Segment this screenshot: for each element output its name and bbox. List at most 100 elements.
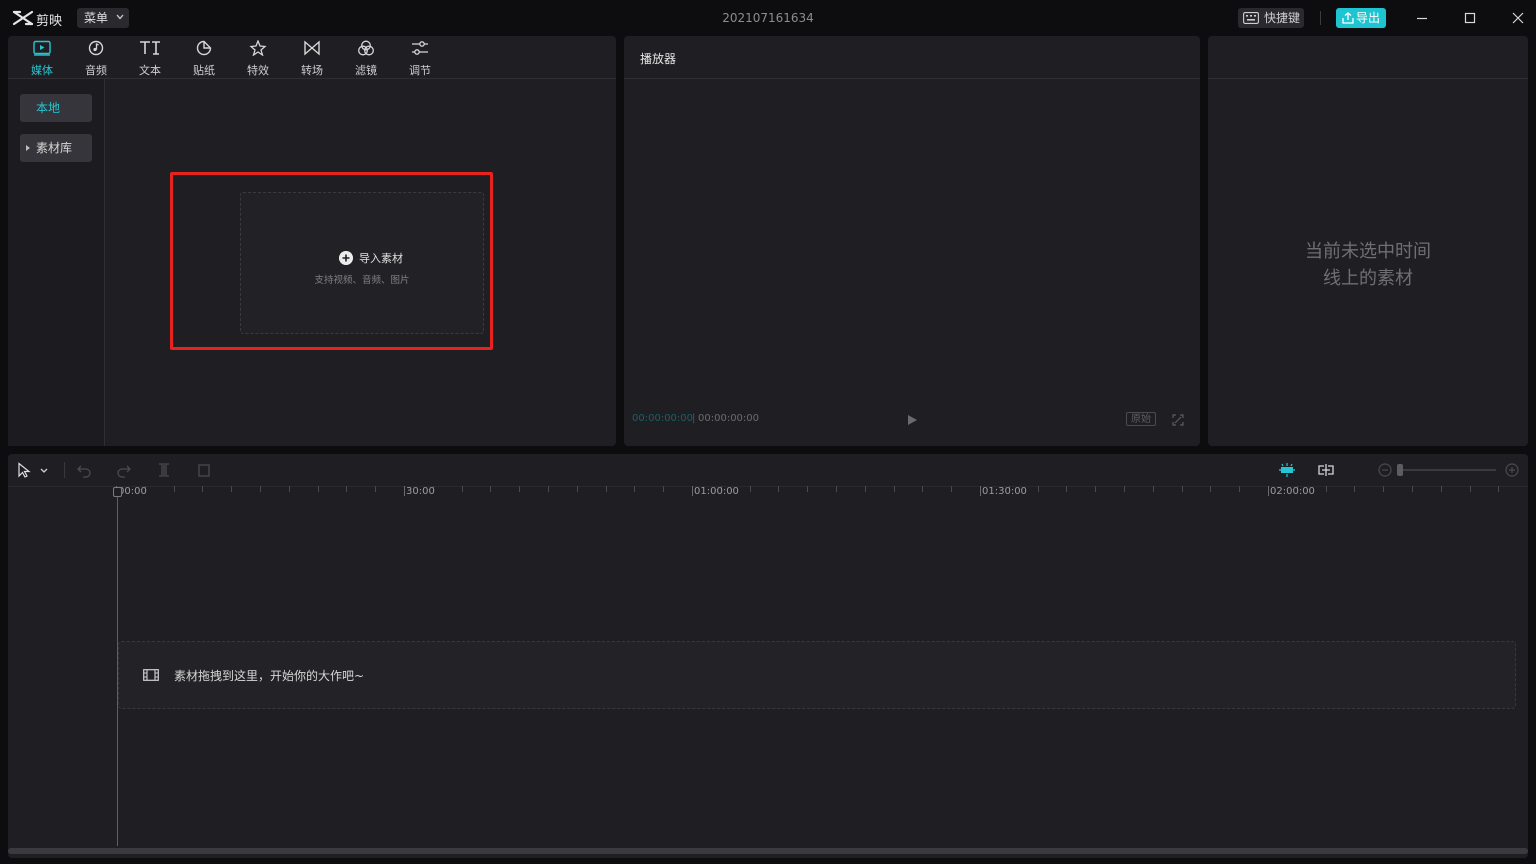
media-icon bbox=[33, 40, 51, 56]
player-panel: 播放器 00:00:00:00 | 00:00:00:00 原始 bbox=[624, 36, 1200, 446]
fullscreen-icon[interactable] bbox=[1172, 414, 1184, 426]
divider bbox=[1320, 11, 1321, 25]
ruler-tick bbox=[778, 486, 780, 492]
audio-icon bbox=[88, 40, 104, 56]
timecode-separator: | bbox=[692, 413, 696, 424]
close-icon[interactable] bbox=[1508, 8, 1528, 28]
media-sidebar: 本地 素材库 bbox=[8, 79, 105, 446]
current-timecode: 00:00:00:00 bbox=[632, 413, 694, 424]
tab-stickers[interactable]: 贴纸 bbox=[177, 40, 231, 78]
timeline-scrollbar[interactable] bbox=[8, 848, 1528, 854]
chevron-down-icon[interactable] bbox=[39, 462, 49, 478]
ruler-tick bbox=[1325, 486, 1327, 492]
shortcut-label: 快捷键 bbox=[1264, 11, 1301, 25]
zoom-in-icon[interactable] bbox=[1504, 462, 1520, 478]
ruler-tick bbox=[260, 486, 261, 492]
time-ruler[interactable]: 00:00 30:00 01:00:00 01:30:00 02:00:00 bbox=[8, 486, 1528, 508]
ruler-tick bbox=[893, 486, 895, 492]
tab-adjust[interactable]: 调节 bbox=[393, 40, 447, 78]
player-title: 播放器 bbox=[640, 52, 677, 66]
tab-label: 调节 bbox=[409, 64, 431, 77]
divider bbox=[64, 462, 65, 478]
keyboard-icon bbox=[1243, 12, 1259, 24]
ruler-label: 02:00:00 bbox=[1270, 486, 1315, 497]
ruler-tick bbox=[375, 486, 377, 492]
properties-header bbox=[1208, 36, 1528, 79]
menu-button[interactable]: 菜单 bbox=[77, 8, 129, 28]
link-clips-icon[interactable] bbox=[1317, 462, 1335, 478]
highlight-box bbox=[170, 172, 493, 350]
ruler-tick bbox=[1152, 486, 1154, 492]
sidebar-item-label: 素材库 bbox=[36, 141, 73, 155]
ruler-tick bbox=[288, 486, 290, 492]
jianying-logo-icon bbox=[12, 10, 34, 26]
ruler-tick bbox=[173, 486, 175, 492]
tab-label: 文本 bbox=[139, 64, 161, 77]
adjust-icon bbox=[412, 41, 428, 55]
minimize-icon[interactable] bbox=[1412, 8, 1432, 28]
ruler-tick bbox=[519, 486, 521, 492]
split-icon[interactable] bbox=[156, 462, 172, 478]
timeline-drop-zone[interactable]: 素材拖拽到这里，开始你的大作吧~ bbox=[118, 641, 1516, 709]
shortcut-button[interactable]: 快捷键 bbox=[1238, 8, 1304, 28]
ruler-tick bbox=[864, 486, 866, 492]
ruler-tick bbox=[1440, 486, 1442, 492]
tab-media[interactable]: 媒体 bbox=[15, 40, 69, 78]
tab-effects[interactable]: 特效 bbox=[231, 40, 285, 78]
tab-audio[interactable]: 音频 bbox=[69, 40, 123, 78]
redo-icon[interactable] bbox=[116, 462, 132, 478]
ruler-tick bbox=[634, 486, 636, 492]
app-name: 剪映 bbox=[36, 14, 63, 29]
ruler-major-tick bbox=[1268, 486, 1269, 496]
ruler-tick bbox=[1469, 486, 1471, 492]
tab-text[interactable]: 文本 bbox=[123, 40, 177, 78]
tab-filters[interactable]: 滤镜 bbox=[339, 40, 393, 78]
drop-zone-hint: 素材拖拽到这里，开始你的大作吧~ bbox=[174, 669, 365, 683]
ruler-tick bbox=[1181, 486, 1183, 492]
ruler-tick bbox=[836, 486, 837, 492]
menu-label: 菜单 bbox=[84, 11, 109, 25]
zoom-slider-handle[interactable] bbox=[1397, 464, 1403, 476]
ruler-tick bbox=[490, 486, 492, 492]
ruler-tick bbox=[1383, 486, 1385, 492]
ruler-major-tick bbox=[692, 486, 693, 496]
ruler-label: 30:00 bbox=[406, 486, 435, 497]
sidebar-item-library[interactable]: 素材库 bbox=[20, 134, 92, 162]
no-selection-line-2: 线上的素材 bbox=[1323, 268, 1413, 289]
magnet-snap-icon[interactable] bbox=[1278, 462, 1296, 478]
ruler-tick bbox=[317, 486, 319, 492]
title-bar: 剪映 菜单 202107161634 快捷键 导出 bbox=[0, 0, 1536, 36]
properties-panel: 当前未选中时间 线上的素材 bbox=[1208, 36, 1528, 446]
maximize-icon[interactable] bbox=[1460, 8, 1480, 28]
ruler-tick bbox=[749, 486, 751, 492]
no-selection-message: 当前未选中时间 线上的素材 bbox=[1208, 238, 1528, 292]
zoom-slider-track[interactable] bbox=[1400, 469, 1496, 471]
sticker-icon bbox=[196, 40, 212, 56]
undo-icon[interactable] bbox=[76, 462, 92, 478]
sidebar-item-local[interactable]: 本地 bbox=[20, 94, 92, 122]
player-header: 播放器 bbox=[624, 36, 1200, 79]
select-cursor-icon[interactable] bbox=[16, 462, 32, 478]
ruler-label: 01:30:00 bbox=[982, 486, 1027, 497]
tab-transitions[interactable]: 转场 bbox=[285, 40, 339, 78]
chevron-down-icon bbox=[116, 14, 124, 20]
playhead-handle[interactable] bbox=[113, 487, 122, 497]
export-button[interactable]: 导出 bbox=[1336, 8, 1386, 28]
ruler-tick bbox=[1239, 486, 1241, 492]
aspect-ratio-button[interactable]: 原始 bbox=[1126, 412, 1156, 426]
delete-icon[interactable] bbox=[196, 462, 212, 478]
ruler-tick bbox=[1412, 486, 1413, 492]
ruler-tick bbox=[576, 486, 578, 492]
playhead-line bbox=[117, 488, 118, 846]
ruler-tick bbox=[922, 486, 924, 492]
play-icon[interactable] bbox=[906, 414, 918, 426]
ruler-label: 01:00:00 bbox=[694, 486, 739, 497]
zoom-out-icon[interactable] bbox=[1377, 462, 1393, 478]
ruler-tick bbox=[1498, 486, 1500, 492]
tab-label: 滤镜 bbox=[355, 64, 377, 77]
ruler-major-tick bbox=[980, 486, 981, 496]
tab-label: 音频 bbox=[85, 64, 107, 77]
filter-icon bbox=[358, 40, 374, 56]
project-title: 202107161634 bbox=[722, 11, 814, 25]
timeline-toolbar bbox=[8, 454, 1528, 487]
